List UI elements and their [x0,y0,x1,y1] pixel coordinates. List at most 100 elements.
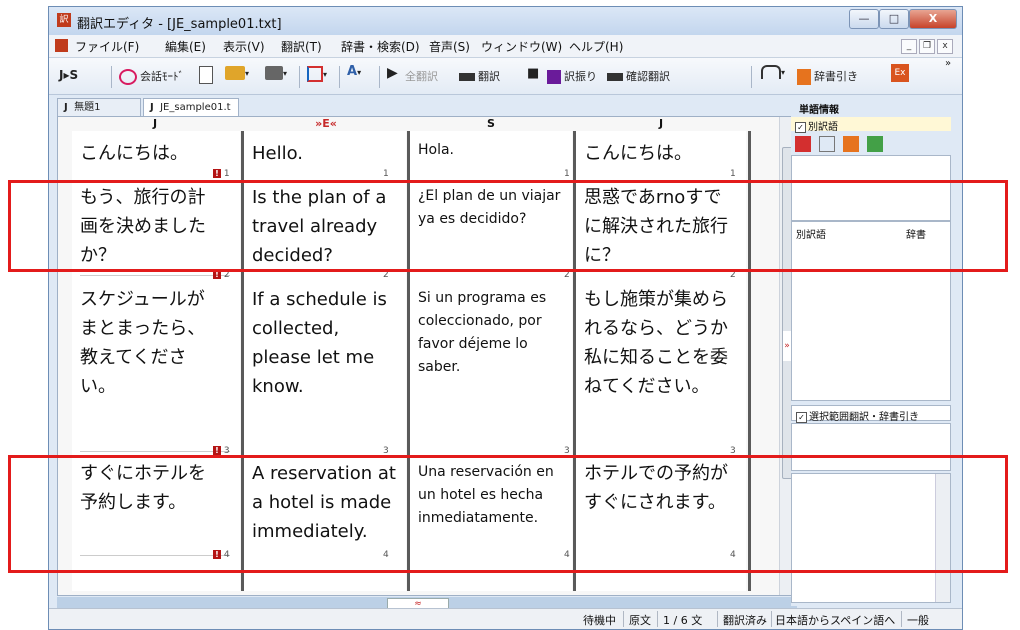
word-info-icons [795,133,884,153]
confirm-translate-button[interactable]: 確認翻訳 [607,68,670,84]
alt-words-toggle[interactable]: ✓ 別訳語 [791,117,951,133]
backtranslation-cell[interactable]: こんにちは。 [584,139,742,168]
alt-words-column-header: 別訳語 [796,230,826,241]
column-divider[interactable] [241,131,244,591]
menu-edit[interactable]: 編集(E) [165,38,206,55]
selection-result-area[interactable] [791,473,951,603]
translation-editor[interactable]: J »E« S J こんにちは。 Hello. Hola. こんにちは。 ! 1… [57,116,797,596]
row-number: 2 [564,270,570,280]
tab-untitled[interactable]: J 無題1 [57,98,141,116]
menu-window[interactable]: ウィンドウ(W) [481,38,562,55]
row-number: 1 [730,169,736,179]
word-info-panel: 単語情報 ✓ 別訳語 別訳語 辞書 » ✓ 選択範囲翻訳・辞書引き [783,101,955,606]
english-cell[interactable]: Is the plan of a travel already decided? [252,183,402,270]
mdi-minimize-button[interactable]: _ [901,39,917,54]
status-position: 1 / 6 文 [663,614,703,627]
row-number: 4 [383,550,389,560]
furigana-label: 訳振り [564,70,597,83]
english-cell[interactable]: Hello. [252,139,402,168]
translate-button[interactable]: 翻訳 [459,68,500,84]
english-cell[interactable]: A reservation at a hotel is made immedia… [252,459,402,546]
app-icon: 訳 [57,13,71,27]
dictionary-lookup-button[interactable]: 辞書引き [797,68,858,85]
confirm-translate-label: 確認翻訳 [626,70,670,83]
row-marker: ! 4 [213,550,230,560]
selection-translate-toggle[interactable]: ✓ 選択範囲翻訳・辞書引き [791,405,951,423]
word-info-area[interactable] [791,155,951,221]
selection-scrollbar[interactable] [935,474,950,602]
backtranslation-cell[interactable]: 思惑であrnoすでに解決された旅行に？ [584,183,732,270]
source-cell[interactable]: もう、旅行の計画を決めましたか？ [80,183,220,270]
toolbar-overflow-button[interactable]: » [945,58,951,69]
status-direction: 日本語からスペイン語へ [775,614,896,627]
row-number: 3 [730,446,736,456]
mdi-close-button[interactable]: x [937,39,953,54]
menu-translate[interactable]: 翻訳(T) [281,38,322,55]
warning-flag-icon: ! [213,169,221,178]
panel-collapse-button[interactable]: » [783,331,791,361]
font-size-icon[interactable]: A▾ [347,64,361,79]
column-divider[interactable] [573,131,576,591]
alt-words-list[interactable]: 別訳語 辞書 [791,221,951,401]
play-icon[interactable]: ▶ [387,65,398,81]
maximize-button[interactable]: □ [879,9,909,29]
undo-icon[interactable]: ▾ [761,65,785,79]
menu-voice[interactable]: 音声(S) [429,38,470,55]
dictionary-lookup-label: 辞書引き [814,70,858,83]
column-header-english: »E« [315,117,337,130]
source-cell[interactable]: すぐにホテルを予約します。 [80,459,220,517]
menu-dictionary[interactable]: 辞書・検索(D) [341,38,420,55]
dictionary-add-icon[interactable] [843,135,860,152]
source-cell[interactable]: スケジュールがまとまったら、教えてください。 [80,285,216,401]
export-icon[interactable] [867,135,884,152]
row-number: 4 [564,550,570,560]
confirm-arrow-icon [607,73,623,81]
spanish-cell[interactable]: Hola. [418,139,568,162]
menu-help[interactable]: ヘルプ(H) [569,38,623,55]
title-bar: 訳 翻訳エディタ - [JE_sample01.txt] — □ X [49,7,962,35]
dictionary-column-header: 辞書 [906,230,926,241]
column-divider[interactable] [407,131,410,591]
tab-je-sample01[interactable]: J JE_sample01.t [143,98,239,116]
row-divider [80,275,230,276]
column-header-japanese: J [152,117,158,130]
mdi-restore-button[interactable]: ❐ [919,39,935,54]
print-icon[interactable]: ▾ [265,66,287,80]
minimize-button[interactable]: — [849,9,879,29]
speech-bubble-icon [119,69,137,85]
selection-translate-checkbox[interactable]: ✓ [796,411,807,423]
conversation-mode-button[interactable]: 会話ﾓｰﾄﾞ [119,68,184,85]
row-number: 3 [383,446,389,456]
row-marker: ! 3 [213,446,230,456]
column-divider[interactable] [748,131,751,591]
english-cell[interactable]: If a schedule is collected, please let m… [252,285,402,401]
alt-words-checkbox[interactable]: ✓ [795,121,806,133]
spanish-cell[interactable]: Una reservación en un hotel es hecha inm… [418,461,570,530]
new-document-icon[interactable] [199,66,213,84]
direction-button[interactable]: J▸S [59,68,78,82]
backtranslation-cell[interactable]: もし施策が集められるなら、どうか私に知ることを委ねてください。 [584,285,732,401]
status-state: 待機中 [583,614,616,627]
row-number: 1 [383,169,389,179]
spanish-cell[interactable]: ¿El plan de un viajar ya es decidido? [418,185,568,231]
source-cell[interactable]: こんにちは。 [80,139,230,168]
layout-icon[interactable]: ▾ [307,66,327,82]
selection-source-area[interactable] [791,423,951,471]
status-bar: 待機中 原文 1 / 6 文 翻訳済み 日本語からスペイン語へ 一般 [49,608,962,629]
translate-all-button[interactable]: 全翻訳 [405,68,438,84]
menu-view[interactable]: 表示(V) [223,38,265,55]
extension-icon[interactable]: Ex [891,64,909,82]
status-translated: 翻訳済み [723,614,767,627]
spanish-cell[interactable]: Si un programa es coleccionado, por favo… [418,287,570,379]
open-folder-icon[interactable]: ▾ [225,66,249,80]
stop-icon[interactable]: ■ [527,66,539,81]
furigana-button[interactable]: 訳振り [547,68,597,84]
search-icon[interactable] [819,135,836,152]
list-icon[interactable] [795,135,811,152]
close-button[interactable]: X [909,9,957,29]
row-divider [80,555,230,556]
menu-file[interactable]: ファイル(F) [75,38,139,55]
translate-label: 翻訳 [478,70,500,83]
document-icon [55,39,68,52]
backtranslation-cell[interactable]: ホテルでの予約がすぐにされます。 [584,459,730,517]
